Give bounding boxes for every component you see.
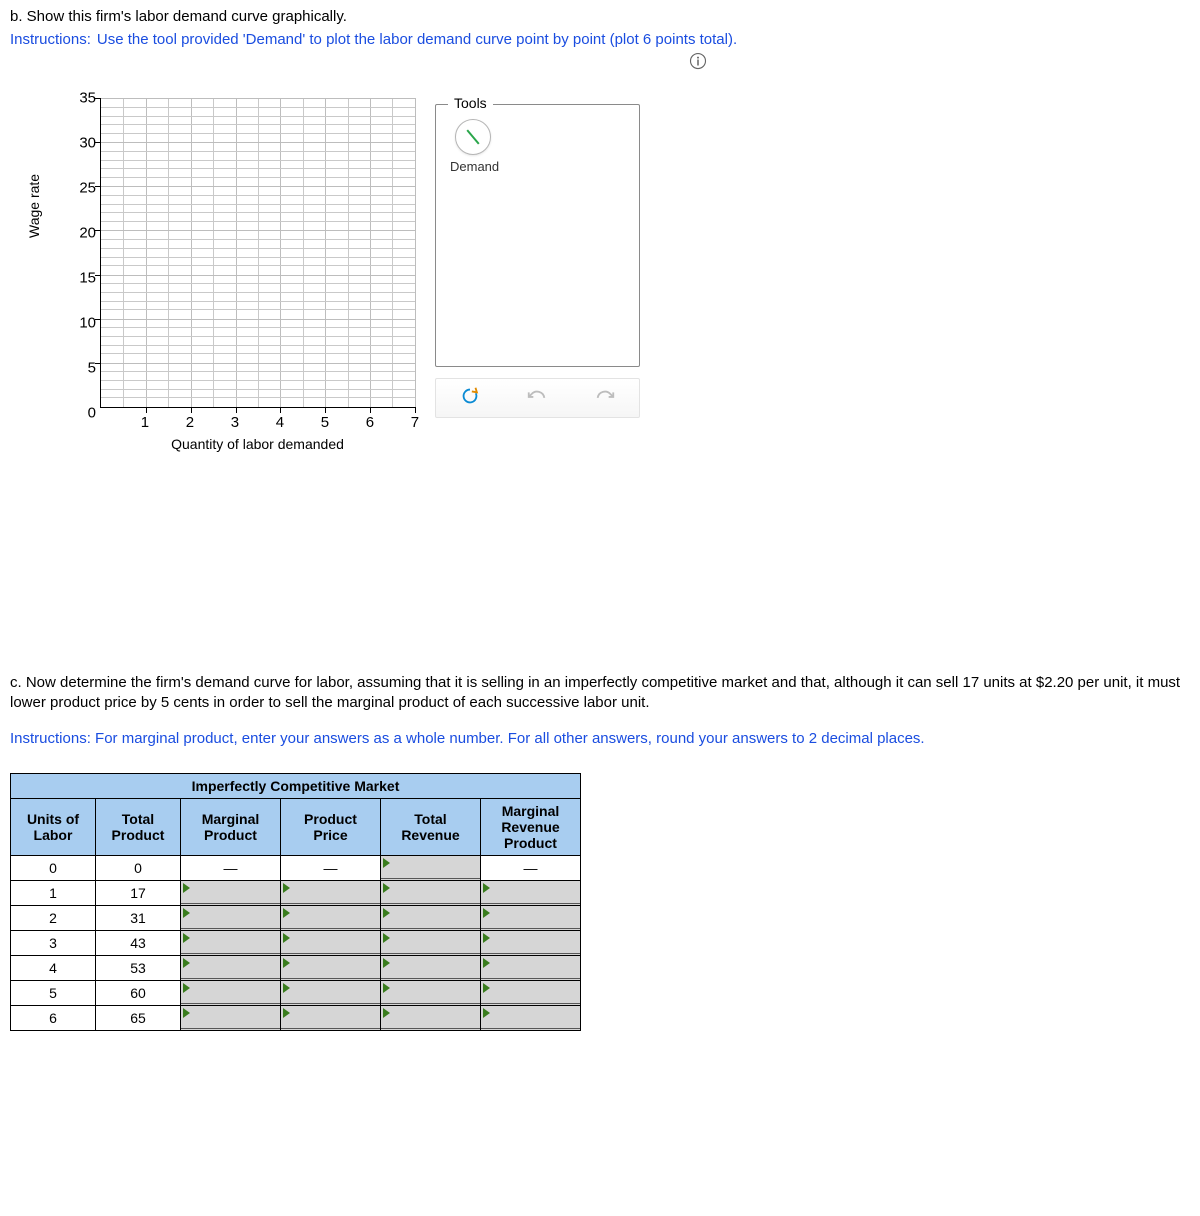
table-row: 5 60 bbox=[11, 980, 581, 1005]
instructions-label: Instructions: bbox=[10, 31, 91, 48]
y-tick-label: 25 bbox=[79, 180, 96, 197]
col-header-product-price: Product Price bbox=[281, 798, 381, 855]
x-tick-label: 3 bbox=[231, 414, 239, 431]
x-tick-label: 2 bbox=[186, 414, 194, 431]
cell-marginal-product-input[interactable] bbox=[181, 955, 281, 980]
x-tick-label: 7 bbox=[411, 414, 419, 431]
cell-total-product: 65 bbox=[96, 1005, 181, 1030]
y-tick-label: 10 bbox=[79, 314, 96, 331]
table-row: 1 17 bbox=[11, 880, 581, 905]
cell-product-price: — bbox=[281, 855, 381, 880]
col-header-total-revenue: Total Revenue bbox=[381, 798, 481, 855]
part-b-text: b. Show this firm's labor demand curve g… bbox=[10, 8, 347, 25]
redo-icon[interactable] bbox=[594, 385, 616, 411]
x-tick-label: 1 bbox=[141, 414, 149, 431]
table-row: 2 31 bbox=[11, 905, 581, 930]
cell-marginal-product-input[interactable] bbox=[181, 905, 281, 930]
instructions-text: For marginal product, enter your answers… bbox=[95, 730, 925, 747]
demand-tool-icon[interactable] bbox=[455, 119, 491, 155]
y-axis-title: Wage rate bbox=[26, 174, 42, 238]
cell-total-revenue-input[interactable] bbox=[381, 880, 481, 905]
cell-total-revenue-input[interactable] bbox=[381, 955, 481, 980]
cell-marginal-product-input[interactable] bbox=[181, 980, 281, 1005]
y-tick-label: 0 bbox=[88, 405, 96, 422]
reset-icon[interactable] bbox=[459, 385, 481, 411]
table-row: 6 65 bbox=[11, 1005, 581, 1030]
labor-demand-table: Imperfectly Competitive Market Units of … bbox=[10, 773, 581, 1031]
cell-mrp-input[interactable] bbox=[481, 1005, 581, 1030]
demand-tool-label: Demand bbox=[450, 159, 496, 174]
cell-total-product: 31 bbox=[96, 905, 181, 930]
cell-total-product: 43 bbox=[96, 930, 181, 955]
part-c-instructions: Instructions: For marginal product, ente… bbox=[10, 730, 1190, 747]
part-c-prompt: c. Now determine the firm's demand curve… bbox=[10, 673, 1190, 714]
cell-marginal-product-input[interactable] bbox=[181, 880, 281, 905]
y-tick-label: 35 bbox=[79, 90, 96, 107]
cell-units: 4 bbox=[11, 955, 96, 980]
table-row: 0 0 — — — bbox=[11, 855, 581, 880]
col-header-mrp: Marginal Revenue Product bbox=[481, 798, 581, 855]
x-tick-label: 6 bbox=[366, 414, 374, 431]
cell-units: 6 bbox=[11, 1005, 96, 1030]
part-b-instructions: Instructions: Use the tool provided 'Dem… bbox=[10, 31, 1190, 48]
cell-total-product: 53 bbox=[96, 955, 181, 980]
x-axis-title: Quantity of labor demanded bbox=[100, 436, 415, 452]
cell-units: 0 bbox=[11, 855, 96, 880]
cell-total-product: 60 bbox=[96, 980, 181, 1005]
chart-area: Wage rate 35 30 25 20 15 10 5 0 bbox=[40, 98, 740, 468]
plot-region[interactable] bbox=[100, 98, 415, 408]
cell-total-product: 17 bbox=[96, 880, 181, 905]
cell-mrp: — bbox=[481, 855, 581, 880]
y-tick-label: 20 bbox=[79, 225, 96, 242]
cell-marginal-product-input[interactable] bbox=[181, 1005, 281, 1030]
chart-actions bbox=[435, 378, 640, 418]
cell-mrp-input[interactable] bbox=[481, 980, 581, 1005]
table-body: 0 0 — — — 1 17 2 31 bbox=[11, 855, 581, 1030]
part-b-prompt: b. Show this firm's labor demand curve g… bbox=[10, 8, 1190, 25]
cell-units: 3 bbox=[11, 930, 96, 955]
cell-units: 5 bbox=[11, 980, 96, 1005]
cell-product-price-input[interactable] bbox=[281, 880, 381, 905]
table-row: 3 43 bbox=[11, 930, 581, 955]
table-super-header: Imperfectly Competitive Market bbox=[11, 773, 581, 798]
cell-marginal-product: — bbox=[181, 855, 281, 880]
instructions-text: Use the tool provided 'Demand' to plot t… bbox=[97, 31, 737, 48]
cell-product-price-input[interactable] bbox=[281, 905, 381, 930]
col-header-marginal-product: Marginal Product bbox=[181, 798, 281, 855]
y-tick-label: 15 bbox=[79, 269, 96, 286]
cell-marginal-product-input[interactable] bbox=[181, 930, 281, 955]
tools-panel: Tools Demand bbox=[435, 104, 640, 367]
cell-total-revenue-input[interactable] bbox=[381, 1005, 481, 1030]
undo-icon[interactable] bbox=[526, 385, 548, 411]
cell-mrp-input[interactable] bbox=[481, 930, 581, 955]
cell-units: 2 bbox=[11, 905, 96, 930]
cell-product-price-input[interactable] bbox=[281, 980, 381, 1005]
demand-tool[interactable]: Demand bbox=[450, 119, 496, 174]
cell-mrp-input[interactable] bbox=[481, 905, 581, 930]
info-icon-row bbox=[10, 48, 1190, 76]
cell-total-product: 0 bbox=[96, 855, 181, 880]
info-icon[interactable] bbox=[689, 52, 707, 70]
x-tick-label: 5 bbox=[321, 414, 329, 431]
cell-mrp-input[interactable] bbox=[481, 955, 581, 980]
y-tick-label: 30 bbox=[79, 135, 96, 152]
cell-units: 1 bbox=[11, 880, 96, 905]
tools-legend: Tools bbox=[448, 95, 493, 111]
col-header-units: Units of Labor bbox=[11, 798, 96, 855]
x-tick-label: 4 bbox=[276, 414, 284, 431]
cell-mrp-input[interactable] bbox=[481, 880, 581, 905]
cell-product-price-input[interactable] bbox=[281, 955, 381, 980]
cell-total-revenue-input[interactable] bbox=[381, 855, 481, 880]
cell-total-revenue-input[interactable] bbox=[381, 930, 481, 955]
cell-total-revenue-input[interactable] bbox=[381, 980, 481, 1005]
instructions-label: Instructions: bbox=[10, 730, 91, 747]
cell-product-price-input[interactable] bbox=[281, 1005, 381, 1030]
y-axis-labels: 35 30 25 20 15 10 5 0 bbox=[66, 98, 96, 413]
cell-total-revenue-input[interactable] bbox=[381, 905, 481, 930]
col-header-total-product: Total Product bbox=[96, 798, 181, 855]
cell-product-price-input[interactable] bbox=[281, 930, 381, 955]
table-row: 4 53 bbox=[11, 955, 581, 980]
